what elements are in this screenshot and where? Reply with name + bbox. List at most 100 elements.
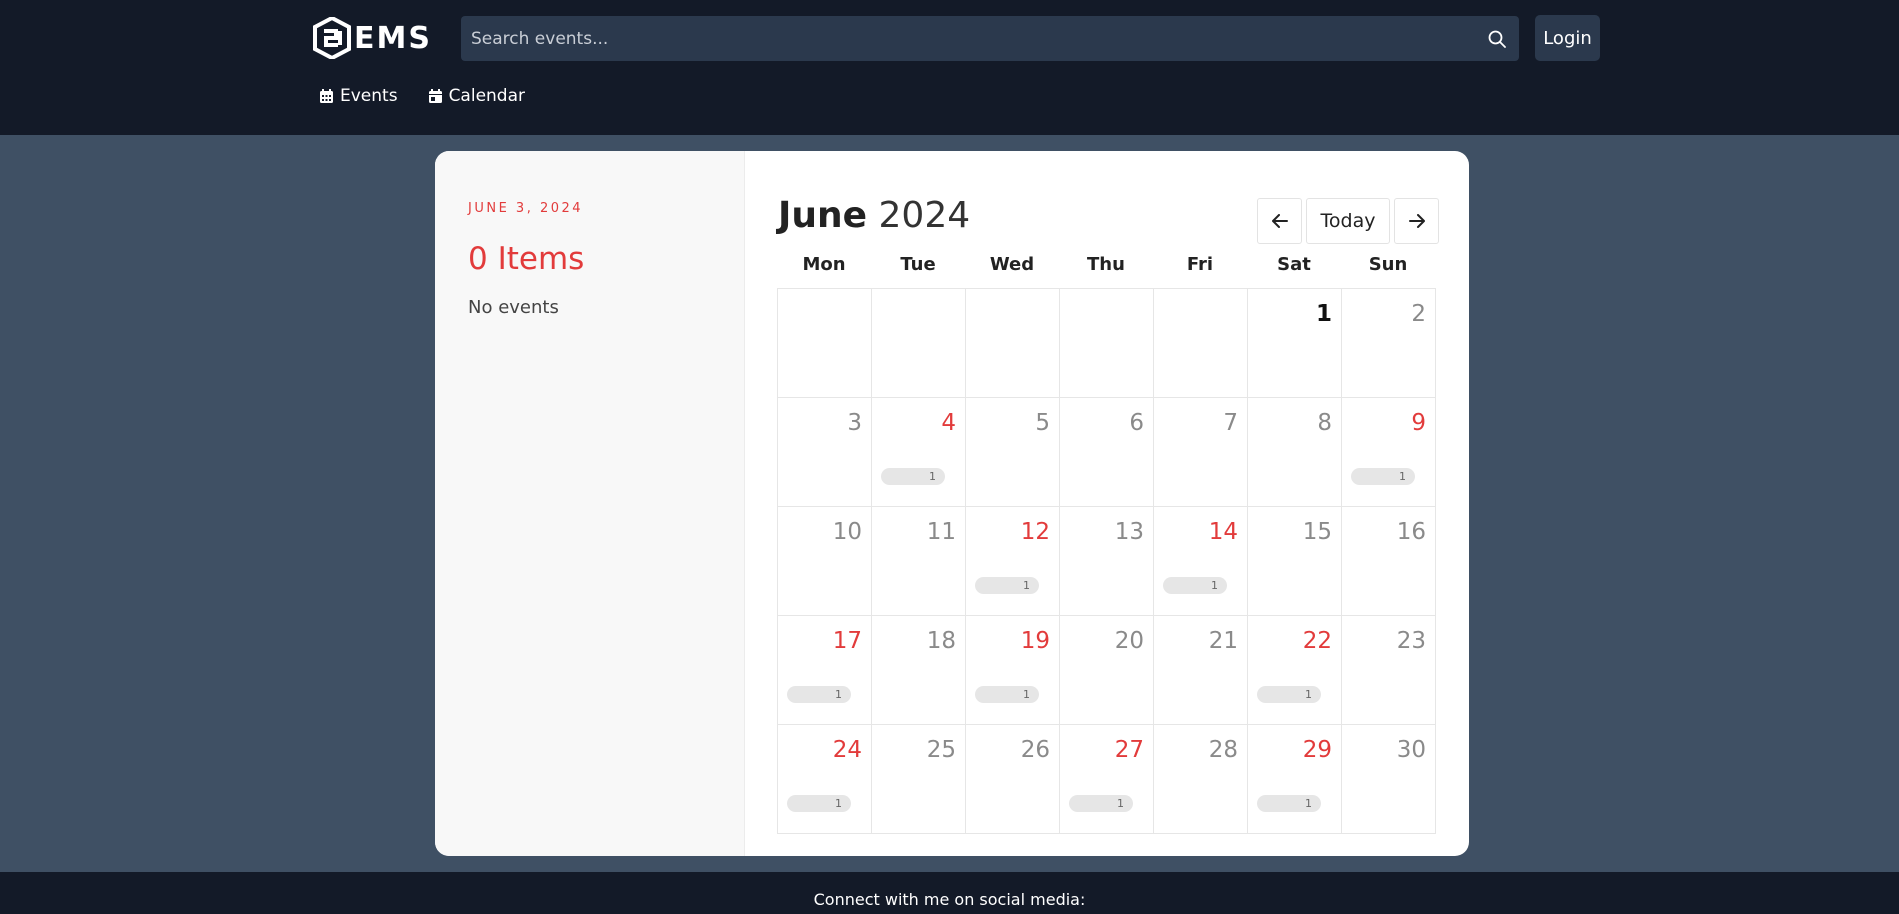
main-nav: Events Calendar — [319, 86, 525, 106]
day-cell[interactable]: 27 1 — [1060, 725, 1154, 834]
day-detail-panel: JUNE 3, 2024 0 Items No events — [435, 151, 745, 856]
event-count-pill[interactable]: 1 — [787, 686, 851, 703]
weekday-label: Tue — [900, 254, 936, 275]
day-number: 21 — [1208, 628, 1238, 654]
login-button[interactable]: Login — [1535, 15, 1600, 61]
day-cell[interactable]: 41 — [872, 398, 966, 507]
day-cell[interactable]: 8 — [1248, 398, 1342, 507]
calendar-day-icon — [428, 88, 442, 103]
day-cell[interactable]: 91 — [1342, 398, 1436, 507]
day-cell[interactable]: 5 — [966, 398, 1060, 507]
day-number: 20 — [1114, 628, 1144, 654]
event-count-pill[interactable]: 1 — [881, 468, 945, 485]
weekday-label: Thu — [1087, 254, 1125, 275]
day-cell[interactable]: 30 — [1342, 725, 1436, 834]
day-number: 9 — [1411, 410, 1426, 436]
event-count-pill[interactable]: 1 — [975, 686, 1039, 703]
day-number: 1 — [1315, 301, 1332, 327]
day-cell[interactable]: 20 — [1060, 616, 1154, 725]
day-cell[interactable]: 22 1 — [1248, 616, 1342, 725]
day-cell[interactable]: 29 1 — [1248, 725, 1342, 834]
event-count-pill[interactable]: 1 — [1257, 795, 1321, 812]
day-cell[interactable]: 3 — [778, 398, 872, 507]
search-icon[interactable] — [1475, 16, 1519, 61]
day-number: 30 — [1396, 737, 1426, 763]
weekday-label: Sat — [1277, 254, 1311, 275]
day-cell[interactable]: 21 — [1154, 616, 1248, 725]
day-cell[interactable]: 10 — [778, 507, 872, 616]
calendar-grid-icon — [320, 88, 333, 103]
event-count-pill[interactable]: 1 — [1069, 795, 1133, 812]
day-number: 12 — [1020, 519, 1050, 545]
day-cell — [966, 289, 1060, 398]
nav-item-label: Events — [340, 86, 398, 106]
day-number: 18 — [926, 628, 956, 654]
selected-date: JUNE 3, 2024 — [468, 201, 584, 216]
nav-item-calendar[interactable]: Calendar — [428, 86, 525, 106]
day-cell — [1154, 289, 1248, 398]
day-number: 15 — [1302, 519, 1332, 545]
day-cell[interactable]: 6 — [1060, 398, 1154, 507]
day-cell[interactable]: 12 1 — [966, 507, 1060, 616]
logo[interactable]: EMS — [312, 16, 432, 60]
arrow-right-icon — [1408, 214, 1425, 228]
day-cell[interactable]: 16 — [1342, 507, 1436, 616]
day-cell[interactable]: 24 1 — [778, 725, 872, 834]
day-cell[interactable]: 17 1 — [778, 616, 872, 725]
day-number: 10 — [832, 519, 862, 545]
nav-item-events[interactable]: Events — [319, 86, 398, 106]
weekday-label: Wed — [989, 254, 1035, 275]
day-cell[interactable]: 2 — [1342, 289, 1436, 398]
day-number: 2 — [1411, 301, 1426, 327]
day-cell[interactable]: 11 — [872, 507, 966, 616]
day-cell[interactable]: 14 1 — [1154, 507, 1248, 616]
day-cell[interactable]: 15 — [1248, 507, 1342, 616]
day-number: 16 — [1396, 519, 1426, 545]
day-cell[interactable]: 18 — [872, 616, 966, 725]
footer-text: Connect with me on social media: — [813, 890, 1086, 909]
day-cell[interactable]: 23 — [1342, 616, 1436, 725]
weekday-label: Fri — [1186, 254, 1214, 275]
day-number: 29 — [1302, 737, 1332, 763]
day-number: 14 — [1208, 519, 1238, 545]
day-number: 6 — [1129, 410, 1144, 436]
day-number: 27 — [1114, 737, 1144, 763]
day-cell[interactable]: 28 — [1154, 725, 1248, 834]
footer: Connect with me on social media: — [0, 872, 1899, 914]
event-count: 0 Items — [468, 241, 585, 277]
next-month-button[interactable] — [1394, 198, 1439, 244]
today-button[interactable]: Today — [1306, 198, 1390, 244]
search-input[interactable] — [461, 16, 1475, 61]
day-cell[interactable]: 1 — [1248, 289, 1342, 398]
year: 2024 — [878, 195, 971, 236]
prev-month-button[interactable] — [1257, 198, 1302, 244]
event-count-pill[interactable]: 1 — [1351, 468, 1415, 485]
month-title: June 2024 — [778, 195, 970, 236]
day-cell[interactable]: 26 — [966, 725, 1060, 834]
day-cell[interactable]: 7 — [1154, 398, 1248, 507]
day-number: 5 — [1035, 410, 1050, 436]
day-number: 22 — [1302, 628, 1332, 654]
day-number: 8 — [1317, 410, 1332, 436]
day-number: 7 — [1223, 410, 1238, 436]
day-number: 13 — [1114, 519, 1144, 545]
empty-state-text: No events — [468, 297, 559, 318]
calendar-nav: Today — [1257, 198, 1439, 244]
day-cell[interactable]: 19 1 — [966, 616, 1060, 725]
day-number: 19 — [1020, 628, 1050, 654]
day-number: 17 — [832, 628, 862, 654]
event-count-pill[interactable]: 1 — [975, 577, 1039, 594]
event-count-pill[interactable]: 1 — [1163, 577, 1227, 594]
day-cell[interactable]: 13 — [1060, 507, 1154, 616]
day-number: 11 — [926, 519, 956, 545]
day-number: 24 — [832, 737, 862, 763]
weekday-label: Mon — [802, 254, 846, 275]
day-number: 3 — [847, 410, 862, 436]
logo-mark-icon — [313, 17, 351, 59]
day-cell — [778, 289, 872, 398]
top-navbar: EMS Login Events — [0, 0, 1899, 135]
event-count-pill[interactable]: 1 — [787, 795, 851, 812]
event-count-pill[interactable]: 1 — [1257, 686, 1321, 703]
weekday-header: Mon Tue Wed Thu Fri Sat Sun — [777, 254, 1435, 275]
day-cell[interactable]: 25 — [872, 725, 966, 834]
